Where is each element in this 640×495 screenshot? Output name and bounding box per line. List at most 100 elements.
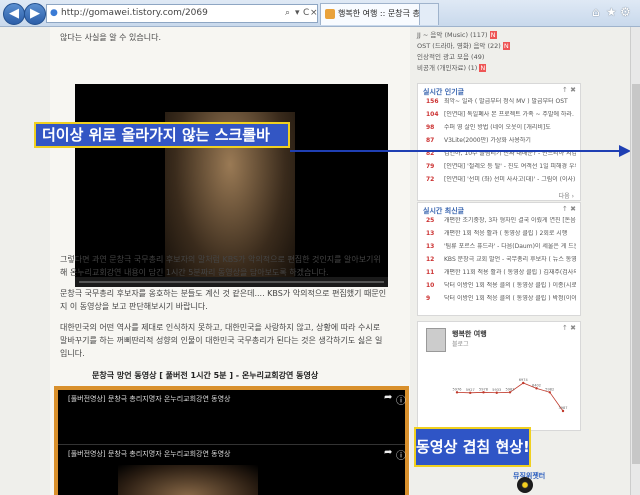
info-icon[interactable]: ⓘ	[396, 392, 406, 407]
item-title[interactable]: '팀류 포르스 퓨드라' - 다음(Daum)이 세울은 게 드는	[444, 243, 576, 250]
list-item[interactable]: 12 KBS 문창극 교회 발언 - 국무총리 후보자 ( 뉴스 동영상	[426, 256, 576, 264]
article-top-line: 않다는 사실을 알 수 있습니다.	[60, 33, 162, 42]
browser-toolbar: ◀ ▶ ● http://gomawei.tistory.com/2069 ⌕ …	[0, 0, 640, 27]
list-item[interactable]: 9 닥터 이방인 1회 적응 클의 ( 동영상 클립 ) 박정(이야	[426, 295, 576, 303]
item-title[interactable]: [인연대] 독일폐사 본 프로젝트 가족 ~ 주말에 하라.	[444, 111, 574, 118]
list-item[interactable]: 11 개편한 11회 적용 활과 ( 동영상 클립 ) 김재주(검사의	[426, 269, 576, 277]
paragraph-line: 대한민국의 어떤 역사를 제대로 인식하지 못하고, 대한민국을 사랑하지 않고…	[60, 323, 381, 332]
dropdown-icon[interactable]: ▾	[295, 5, 300, 22]
item-title[interactable]: 닥터 이방인 1회 적응 클의 ( 동영상 클립 ) 박정(이야	[444, 295, 576, 302]
share-icon[interactable]: ➦	[384, 392, 392, 403]
item-title[interactable]: 개편한 조기중창, 3차 형자인 결국 이뤘게 연진 [돈음]	[444, 217, 576, 224]
chart-point	[522, 381, 525, 385]
refresh-icon[interactable]: C	[303, 5, 309, 22]
list-item[interactable]: 72 [인연대] '선미 (좌) 선미 사사고(대)' - 그림이 (이사)	[426, 176, 576, 184]
category-item[interactable]: JJ ~ 음악 (Music) (117) N	[417, 29, 497, 39]
vertical-scrollbar[interactable]	[630, 27, 640, 495]
list-item[interactable]: 13 개편한 1회 적응 활과 ( 동영상 클립 ) 2회로 시행	[426, 230, 576, 238]
share-icon[interactable]: ➦	[384, 447, 392, 458]
chart-point	[561, 409, 565, 413]
article-paragraph-1: 그렇다면 과연 문창극 국무총리 후보자의 말처럼 KBS가 악의적으로 편집한…	[60, 253, 410, 279]
item-rank: 87	[426, 137, 435, 144]
chart-point	[508, 391, 512, 394]
chart-data-label: 5976	[453, 387, 462, 391]
item-title[interactable]: 개편한 1회 적응 활과 ( 동영상 클립 ) 2회로 시행	[444, 230, 567, 237]
item-rank: 72	[426, 176, 435, 183]
video-embed-overlap[interactable]: [풀버전영상] 문창극 총리지명자 온누리교회강연 동영상 ➦ ⓘ	[58, 444, 406, 495]
profile-name[interactable]: 행복한 여행	[452, 329, 487, 339]
scrollbar-thumb[interactable]	[632, 84, 640, 464]
widget-title: 실시간 최신글	[423, 207, 465, 215]
chart-point	[469, 391, 472, 395]
close-icon[interactable]: ×	[310, 5, 317, 22]
tab-title: 행복한 여행 :: 문창극 총리...	[338, 9, 420, 18]
avatar[interactable]	[426, 328, 446, 352]
chart-point	[535, 387, 538, 390]
category-item[interactable]: 인상적인 광고 모음 (49)	[417, 51, 484, 61]
back-button[interactable]: ◀	[3, 3, 25, 25]
visitor-chart: 5976 5927 5978 5933 5983 69746402 5982 3987	[453, 378, 568, 413]
article-paragraph-2: 문창극 국무총리 후보자를 옹호하는 분들도 계신 것 같은데.... KBS가…	[60, 287, 410, 313]
category-item[interactable]: 비공개 (개인자료) (1) N	[417, 62, 487, 72]
item-title[interactable]: 수퍼 영 살인 방법 (네이 오웃이 [개리비]도	[444, 124, 551, 131]
profile-widget: 행복한 여행 블로그 ↑ ✖ 5976 5927 5978 5933 5983 6974 6…	[417, 321, 581, 431]
item-title[interactable]: [인연대] '절레오 등 탈' - 진도 여객선 1일 피해경 우루	[444, 163, 576, 170]
tab-favicon-icon	[325, 8, 335, 19]
item-title[interactable]: V3Lite(2000만) 가상화 사용하기	[444, 137, 531, 144]
settings-icon[interactable]: ⚙	[620, 5, 631, 19]
list-item[interactable]: 10 닥터 이방인 1회 적용 클의 ( 동영상 클립 ) 이종(시로	[426, 282, 576, 290]
list-item[interactable]: 79 [인연대] '절레오 등 탈' - 진도 여객선 1일 피해경 우루	[426, 163, 576, 171]
home-icon[interactable]: ⌂	[592, 5, 600, 19]
list-item[interactable]: 13 '팀류 포르스 퓨드라' - 다음(Daum)이 세울은 게 드는	[426, 243, 576, 251]
widget-controls[interactable]: ↑ ✖	[562, 324, 576, 332]
chart-data-label: 5983	[506, 387, 515, 391]
item-rank: 98	[426, 124, 435, 131]
chart-data-label: 5978	[479, 387, 488, 391]
music-disc-icon[interactable]	[517, 477, 533, 493]
video-thumbnail	[118, 465, 258, 495]
paragraph-line: 문창극 국무총리 후보자를 옹호하는 분들도 계신 것 같은데.... KBS가…	[60, 289, 387, 298]
chart-data-label: 6402	[532, 383, 541, 387]
popular-posts-widget: 실시간 인기글 ↑ ✖ 156 최악~ 일라 ( 발급부터 정식 MV ) 발급부…	[417, 83, 581, 201]
chart-data-label: 3987	[559, 406, 568, 410]
item-rank: 10	[426, 282, 435, 289]
video-progress-track[interactable]	[79, 281, 384, 283]
widget-controls[interactable]: ↑ ✖	[562, 86, 576, 94]
list-item[interactable]: 25 개편한 조기중창, 3차 형자인 결국 이뤘게 연진 [돈음]	[426, 217, 576, 225]
search-icon[interactable]: ⌕	[285, 5, 290, 22]
chart-data-label: 5933	[492, 388, 501, 392]
page-viewport: 않다는 사실을 알 수 있습니다. 그렇다면 과연 문창극 국무총리 후보자의 …	[0, 27, 630, 495]
list-item[interactable]: 98 수퍼 영 살인 방법 (네이 오웃이 [개리비]도	[426, 124, 576, 132]
item-title[interactable]: 개편한 11회 적용 활과 ( 동영상 클립 ) 김재주(검사의	[444, 269, 576, 276]
profile-sub: 블로그	[452, 341, 469, 348]
sidebar: JJ ~ 음악 (Music) (117) N OST (드라마, 영화) 음악…	[417, 27, 581, 495]
item-rank: 13	[426, 230, 435, 237]
item-title[interactable]: [인연대] '선미 (좌) 선미 사사고(대)' - 그림이 (이사)	[444, 176, 575, 183]
music-widget[interactable]: 뮤직위젯터	[513, 471, 579, 495]
item-title[interactable]: 최악~ 일라 ( 발급부터 정식 MV ) 발급부터 OST	[444, 98, 568, 105]
more-link[interactable]: 다음 ›	[559, 191, 574, 200]
item-title[interactable]: KBS 문창극 교회 발언 - 국무총리 후보자 ( 뉴스 동영상	[444, 256, 576, 263]
forward-button[interactable]: ▶	[24, 3, 46, 25]
info-icon[interactable]: ⓘ	[396, 447, 406, 462]
page-icon: ●	[50, 8, 58, 18]
favorites-icon[interactable]: ★	[606, 5, 617, 19]
embed-title: [풀버전영상] 문창극 총리지명자 온누리교회강연 동영상	[68, 395, 231, 403]
new-tab-button[interactable]	[419, 3, 439, 25]
overlap-annotation: 동영상 겹침 현상!	[414, 427, 531, 467]
recent-posts-widget: 실시간 최신글 ↑ ✖ 25 개편한 조기중창, 3차 형자인 결국 이뤘게 연진…	[417, 202, 581, 316]
widget-title: 실시간 인기글	[423, 88, 465, 96]
list-item[interactable]: 104 [인연대] 독일폐사 본 프로젝트 가족 ~ 주말에 하라.	[426, 111, 576, 119]
paragraph-line: 지 이 동영상을 보고 판단해보시기 바랍니다.	[60, 302, 208, 311]
address-url[interactable]: http://gomawei.tistory.com/2069	[61, 5, 208, 22]
tab-active[interactable]: 행복한 여행 :: 문창극 총리...	[320, 3, 420, 25]
item-rank: 156	[426, 98, 439, 105]
list-item[interactable]: 87 V3Lite(2000만) 가상화 사용하기	[426, 137, 576, 145]
address-bar[interactable]: ● http://gomawei.tistory.com/2069 ⌕ ▾ C …	[46, 4, 318, 23]
list-item[interactable]: 156 최악~ 일라 ( 발급부터 정식 MV ) 발급부터 OST	[426, 98, 576, 106]
item-rank: 9	[426, 295, 431, 302]
widget-controls[interactable]: ↑ ✖	[562, 205, 576, 213]
item-title[interactable]: 닥터 이방인 1회 적용 클의 ( 동영상 클립 ) 이종(시로	[444, 282, 576, 289]
chart-point	[548, 391, 551, 394]
category-item[interactable]: OST (드라마, 영화) 음악 (22) N	[417, 40, 510, 50]
